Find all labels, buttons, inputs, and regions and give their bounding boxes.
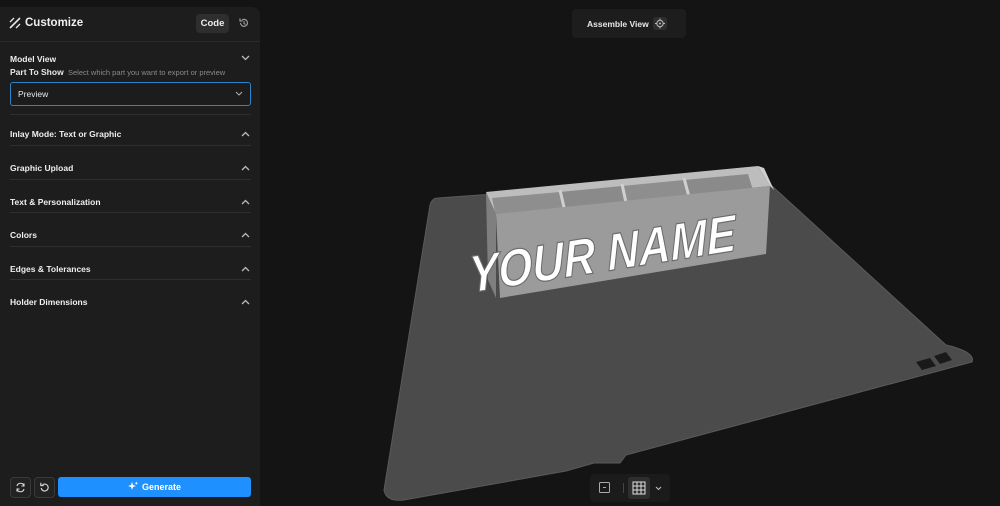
divider [10,246,251,247]
toolbar-separator [623,483,624,493]
section-graphic-upload[interactable]: Graphic Upload [10,163,73,173]
chevron-up-icon[interactable] [241,232,250,238]
section-holder-dimensions[interactable]: Holder Dimensions [10,297,87,307]
undo-icon [40,482,49,492]
generate-label: Generate [141,482,182,492]
chevron-down-icon[interactable] [241,55,250,61]
chevron-up-icon[interactable] [241,165,250,171]
part-to-show-label: Part To Show [10,67,64,77]
section-inlay-mode[interactable]: Inlay Mode: Text or Graphic [10,129,121,139]
chevron-up-icon[interactable] [241,299,250,305]
reset-button[interactable] [34,477,55,498]
part-select[interactable]: Preview [10,82,251,106]
fit-view-icon[interactable] [599,482,610,493]
customize-icon [9,17,21,29]
grid-icon [632,481,646,495]
divider [10,179,251,180]
divider [10,279,251,280]
section-colors[interactable]: Colors [10,230,37,240]
part-select-value: Preview [18,89,49,99]
chevron-up-icon[interactable] [241,266,250,272]
assemble-icon[interactable] [653,17,667,30]
viewport-toolbar [590,474,670,502]
chevron-up-icon[interactable] [241,131,250,137]
panel-title: Customize [25,17,84,29]
customize-panel: Customize Code Model View Part To Show S… [0,7,260,506]
refresh-icon [16,482,25,493]
panel-header: Customize Code [0,7,260,42]
section-model-view[interactable]: Model View [10,54,56,64]
grid-toggle-button[interactable] [628,477,650,499]
chevron-up-icon[interactable] [241,199,250,205]
section-text-personalization[interactable]: Text & Personalization [10,197,101,207]
code-button[interactable]: Code [196,14,229,33]
divider [10,114,251,115]
chevron-down-icon [235,91,243,96]
divider [10,145,251,146]
divider [10,212,251,213]
assemble-view-toggle[interactable]: Assemble View [572,9,686,38]
chevron-down-icon[interactable] [655,486,662,491]
history-icon[interactable] [238,17,250,29]
sparkle-icon [127,481,138,490]
part-to-show-hint: Select which part you want to export or … [68,68,226,77]
sync-button[interactable] [10,477,31,498]
assemble-view-label: Assemble View [587,19,649,29]
section-edges-tolerances[interactable]: Edges & Tolerances [10,264,91,274]
generate-button[interactable]: Generate [58,477,251,497]
